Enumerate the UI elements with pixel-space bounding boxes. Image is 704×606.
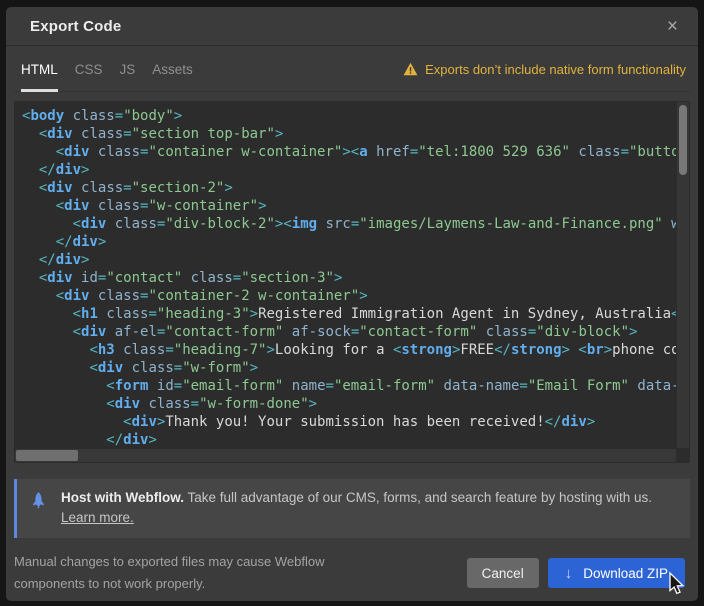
tabs-divider xyxy=(14,91,690,92)
code-line: </div> xyxy=(22,233,676,251)
code-editor[interactable]: <body class="body"> <div class="section … xyxy=(14,101,690,463)
dialog-titlebar: Export Code × xyxy=(6,7,698,46)
code-line: </div> xyxy=(22,161,676,179)
footer-note-line1: Manual changes to exported files may cau… xyxy=(14,551,324,573)
code-line: </div> xyxy=(22,251,676,269)
code-content[interactable]: <body class="body"> <div class="section … xyxy=(14,101,676,449)
export-warning: Exports don’t include native form functi… xyxy=(403,62,686,77)
code-line: </div> xyxy=(22,431,676,449)
dialog-title: Export Code xyxy=(30,18,121,35)
code-line: <div class="w-container"> xyxy=(22,197,676,215)
banner-body: Take full advantage of our CMS, forms, a… xyxy=(184,490,652,505)
learn-more-link[interactable]: Learn more. xyxy=(61,508,652,528)
code-line: <div class="section top-bar"> xyxy=(22,125,676,143)
footer-note-line2: components to not work properly. xyxy=(14,573,324,595)
banner-text: Host with Webflow. Take full advantage o… xyxy=(61,488,652,530)
code-line: <form id="email-form" name="email-form" … xyxy=(22,377,676,395)
banner-bold: Host with Webflow. xyxy=(61,490,184,505)
horizontal-scrollbar-thumb[interactable] xyxy=(16,450,78,461)
export-code-dialog: Export Code × HTML CSS JS Assets Exports do… xyxy=(6,7,698,601)
vertical-scrollbar[interactable] xyxy=(677,102,689,448)
code-line: <div class="container-2 w-container"> xyxy=(22,287,676,305)
tab-bar: HTML CSS JS Assets Exports don’t include na… xyxy=(6,46,698,92)
code-line: <div>Thank you! Your submission has been… xyxy=(22,413,676,431)
rocket-icon xyxy=(30,488,48,530)
footer-buttons: Cancel ↓ Download ZIP xyxy=(467,558,685,595)
download-icon: ↓ xyxy=(565,566,573,581)
tab-assets[interactable]: Assets xyxy=(152,46,193,92)
code-line: <div af-el="contact-form" af-sock="conta… xyxy=(22,323,676,341)
download-label: Download ZIP xyxy=(583,566,668,581)
code-line: <div class="w-form"> xyxy=(22,359,676,377)
code-line: <div class="container w-container"><a hr… xyxy=(22,143,676,161)
host-with-webflow-banner: Host with Webflow. Take full advantage o… xyxy=(14,479,690,538)
code-line: <body class="body"> xyxy=(22,107,676,125)
tab-js[interactable]: JS xyxy=(120,46,136,92)
dialog-footer: Manual changes to exported files may cau… xyxy=(6,538,698,595)
tab-css[interactable]: CSS xyxy=(75,46,103,92)
vertical-scrollbar-thumb[interactable] xyxy=(679,105,687,175)
code-line: <h1 class="heading-3">Registered Immigra… xyxy=(22,305,676,323)
code-line: <div class="div-block-2"><img src="image… xyxy=(22,215,676,233)
warning-text: Exports don’t include native form functi… xyxy=(425,62,686,77)
cancel-button[interactable]: Cancel xyxy=(467,558,539,588)
download-zip-button[interactable]: ↓ Download ZIP xyxy=(548,558,685,588)
footer-note: Manual changes to exported files may cau… xyxy=(14,551,324,595)
code-line: <h3 class="heading-7">Looking for a <str… xyxy=(22,341,676,359)
code-line: <div id="contact" class="section-3"> xyxy=(22,269,676,287)
horizontal-scrollbar[interactable] xyxy=(15,449,676,462)
warning-icon xyxy=(403,62,418,76)
code-line: <div class="w-form-done"> xyxy=(22,395,676,413)
tab-html[interactable]: HTML xyxy=(21,46,58,92)
code-line: <div class="section-2"> xyxy=(22,179,676,197)
close-icon[interactable]: × xyxy=(663,15,682,38)
